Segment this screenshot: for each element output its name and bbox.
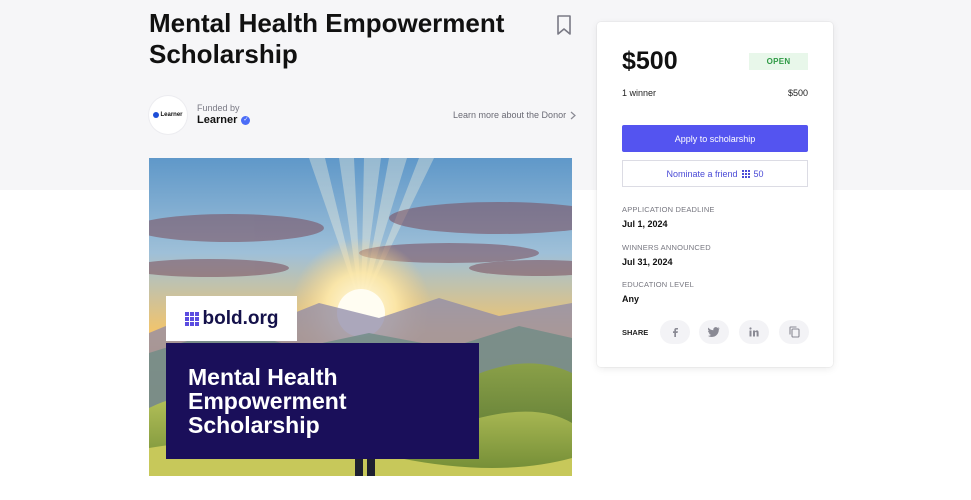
hero-title-box: Mental Health Empowerment Scholarship	[166, 343, 479, 459]
bold-org-wordmark: bold.org	[202, 307, 279, 329]
share-facebook-button[interactable]	[660, 320, 690, 344]
winner-count: 1 winner	[622, 88, 657, 98]
linkedin-icon	[749, 327, 759, 337]
education-level-label: EDUCATION LEVEL	[622, 280, 695, 289]
points-grid-icon	[741, 169, 750, 178]
education-level-value: Any	[622, 294, 640, 304]
twitter-icon	[708, 327, 720, 337]
copy-link-button[interactable]	[779, 320, 809, 344]
learn-more-text: Learn more about the Donor	[453, 110, 567, 120]
funder-logo-text: Learner	[160, 112, 183, 118]
hero-image: bold.org Mental Health Empowerment Schol…	[149, 158, 572, 476]
winners-announced-label: WINNERS ANNOUNCED	[622, 243, 711, 252]
bookmark-icon[interactable]	[554, 14, 574, 36]
learn-more-donor-link[interactable]: Learn more about the Donor	[453, 110, 576, 120]
share-linkedin-button[interactable]	[739, 320, 769, 344]
bold-org-logo: bold.org	[166, 296, 297, 341]
scholarship-card: $500 OPEN 1 winner $500 Apply to scholar…	[597, 22, 833, 367]
hero-title: Mental Health Empowerment Scholarship	[188, 364, 347, 438]
verified-check-icon: ✓	[241, 115, 251, 125]
copy-icon	[788, 326, 800, 338]
share-label: SHARE	[622, 328, 649, 337]
facebook-icon	[673, 327, 678, 337]
apply-button[interactable]: Apply to scholarship	[622, 125, 808, 152]
deadline-value: Jul 1, 2024	[622, 219, 668, 229]
funded-by-label: Funded by	[197, 103, 240, 113]
chevron-right-icon	[570, 111, 576, 119]
award-amount: $500	[622, 47, 678, 75]
funder-name: Learner ✓	[197, 114, 251, 126]
share-twitter-button[interactable]	[699, 320, 729, 344]
nominate-label: Nominate a friend	[666, 168, 738, 179]
nominate-points: 50	[753, 168, 764, 179]
deadline-label: APPLICATION DEADLINE	[622, 205, 715, 214]
funder-logo[interactable]: Learner	[149, 96, 187, 134]
winners-announced-value: Jul 31, 2024	[622, 257, 673, 267]
nominate-friend-button[interactable]: Nominate a friend 50	[622, 160, 808, 187]
funder-logo-mark	[153, 112, 160, 118]
winner-amount: $500	[787, 88, 808, 98]
status-badge: OPEN	[749, 53, 808, 70]
funder-name-text: Learner	[197, 114, 238, 126]
bold-grid-icon	[184, 311, 199, 326]
page-title: Mental Health Empowerment Scholarship	[149, 8, 505, 69]
